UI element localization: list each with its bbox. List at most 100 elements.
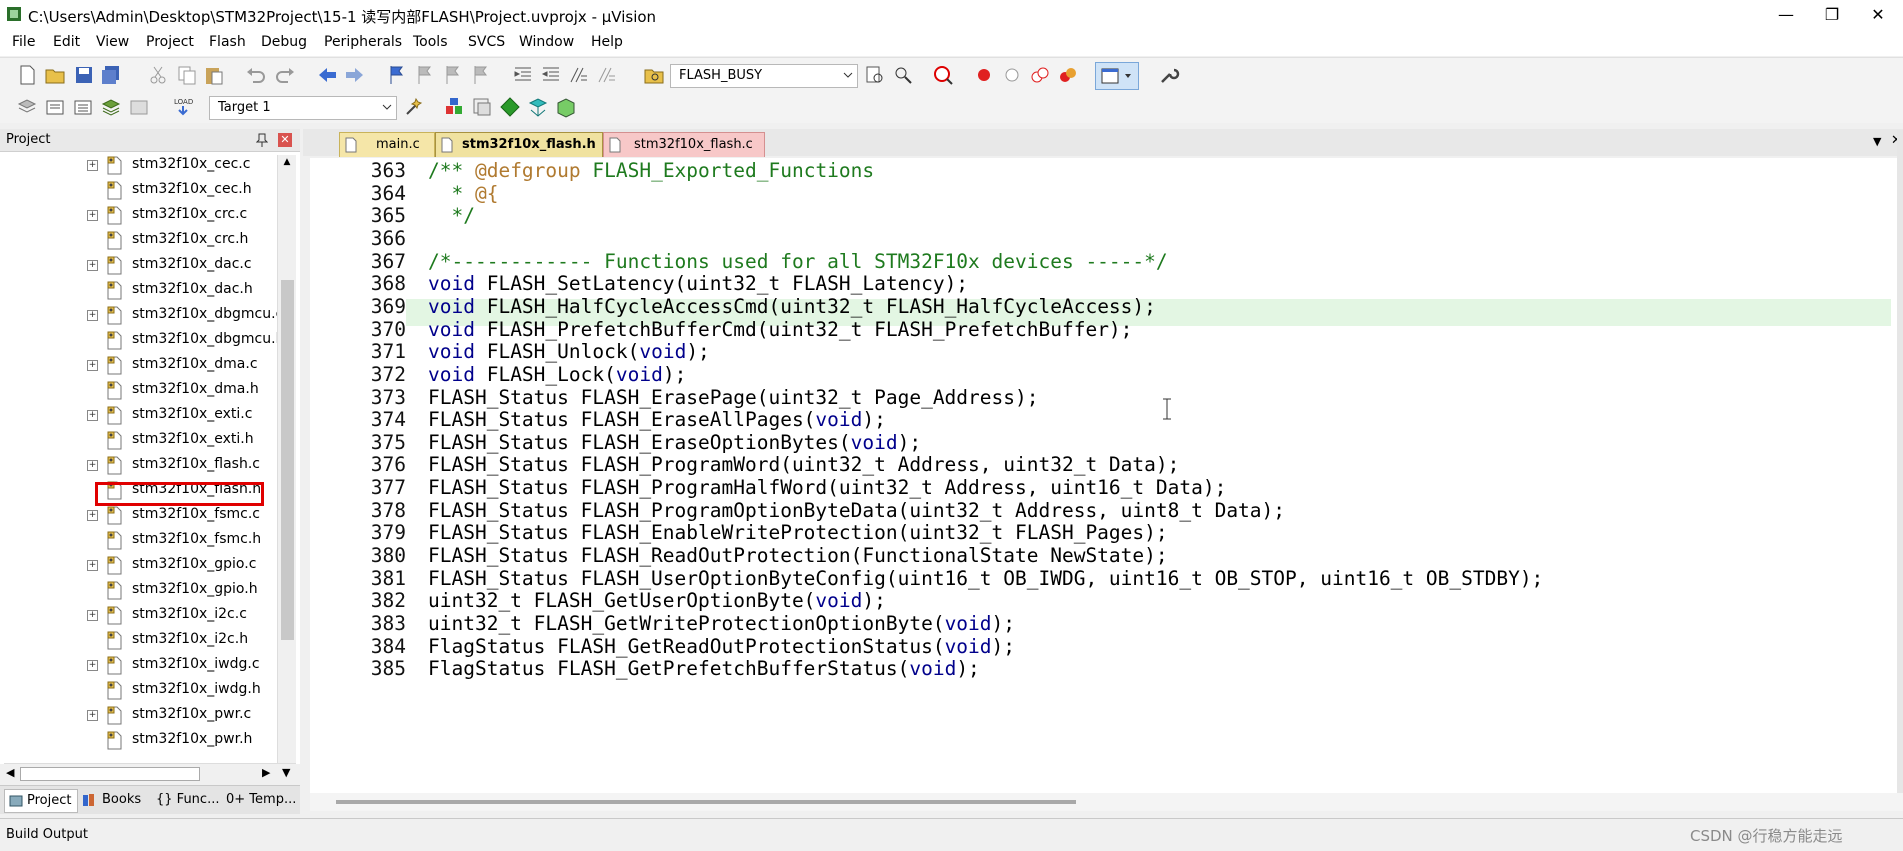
select-packs-icon[interactable] — [499, 96, 521, 118]
tree-item[interactable]: + stm32f10x_gpio.c — [0, 552, 270, 577]
close-button[interactable]: ✕ — [1855, 0, 1901, 30]
menu-flash[interactable]: Flash — [209, 34, 246, 50]
code-line[interactable]: /** @defgroup FLASH_Exported_Functions — [428, 159, 874, 182]
tree-item[interactable]: stm32f10x_cec.h — [0, 177, 270, 202]
tree-item[interactable]: stm32f10x_dma.h — [0, 377, 270, 402]
menu-help[interactable]: Help — [591, 34, 623, 50]
scroll-left-arrow-icon[interactable]: ◀ — [6, 766, 14, 779]
expand-icon[interactable]: + — [87, 460, 98, 471]
code-line[interactable]: * @{ — [428, 182, 498, 205]
manage-run-time-environment-icon[interactable] — [527, 96, 549, 118]
code-line[interactable]: void FLASH_SetLatency(uint32_t FLASH_Lat… — [428, 272, 968, 295]
code-line[interactable]: FLASH_Status FLASH_UserOptionByteConfig(… — [428, 567, 1543, 590]
bookmark-icon[interactable] — [386, 64, 408, 86]
code-line[interactable]: uint32_t FLASH_GetWriteProtectionOptionB… — [428, 612, 1015, 635]
tree-item[interactable]: stm32f10x_iwdg.h — [0, 677, 270, 702]
code-line[interactable]: FlagStatus FLASH_GetReadOutProtectionSta… — [428, 635, 1015, 658]
tree-item[interactable]: stm32f10x_dac.h — [0, 277, 270, 302]
expand-icon[interactable]: + — [87, 360, 98, 371]
tree-item[interactable]: stm32f10x_pwr.h — [0, 727, 270, 752]
code-line[interactable]: FLASH_Status FLASH_EnableWriteProtection… — [428, 521, 1168, 544]
navigate-forward-icon[interactable] — [344, 64, 366, 86]
tree-item[interactable]: + stm32f10x_pwr.c — [0, 702, 270, 727]
tree-item[interactable]: + stm32f10x_exti.c — [0, 402, 270, 427]
code-line[interactable]: void FLASH_Unlock(void); — [428, 340, 710, 363]
expand-icon[interactable]: + — [87, 310, 98, 321]
menu-edit[interactable]: Edit — [53, 34, 80, 50]
scroll-up-arrow-icon[interactable]: ▲ — [281, 157, 293, 169]
scroll-down-arrow-icon[interactable]: ▼ — [282, 766, 290, 779]
comment-icon[interactable] — [568, 64, 590, 86]
target-combo[interactable]: Target 1 — [209, 96, 397, 120]
expand-icon[interactable]: + — [87, 560, 98, 571]
tree-item[interactable]: stm32f10x_crc.h — [0, 227, 270, 252]
code-line[interactable]: void FLASH_PrefetchBufferCmd(uint32_t FL… — [428, 318, 1132, 341]
expand-icon[interactable]: + — [87, 510, 98, 521]
tree-item[interactable]: + stm32f10x_dbgmcu.c — [0, 302, 283, 327]
code-line[interactable]: FLASH_Status FLASH_EraseOptionBytes(void… — [428, 431, 921, 454]
stop-build-icon[interactable] — [128, 96, 150, 118]
menu-debug[interactable]: Debug — [261, 34, 307, 50]
batch-build-icon[interactable] — [100, 96, 122, 118]
find-in-files-icon[interactable] — [643, 64, 665, 86]
tree-item[interactable]: stm32f10x_fsmc.h — [0, 527, 270, 552]
expand-icon[interactable]: + — [87, 210, 98, 221]
code-line[interactable]: /*------------ Functions used for all ST… — [428, 250, 1168, 273]
tree-item[interactable]: stm32f10x_i2c.h — [0, 627, 270, 652]
editor-horizontal-scrollbar[interactable] — [310, 793, 1903, 811]
download-load-icon[interactable]: LOAD — [172, 96, 194, 118]
tab-stm32f10x-flash-c[interactable]: stm32f10x_flash.c — [603, 132, 765, 157]
enable-breakpoint-icon[interactable] — [1001, 64, 1023, 86]
code-line[interactable]: FLASH_Status FLASH_ProgramHalfWord(uint3… — [428, 476, 1226, 499]
code-line[interactable]: void FLASH_Lock(void); — [428, 363, 686, 386]
paste-icon[interactable] — [203, 64, 225, 86]
expand-icon[interactable]: + — [87, 260, 98, 271]
tab-functions[interactable]: {} Func... — [154, 789, 220, 811]
configure-icon[interactable] — [1158, 64, 1180, 86]
close-icon[interactable]: ✕ — [278, 133, 292, 147]
rebuild-icon[interactable] — [72, 96, 94, 118]
cut-icon[interactable] — [147, 64, 169, 86]
minimize-button[interactable]: — — [1763, 0, 1809, 30]
tree-item[interactable]: stm32f10x_dbgmcu.h — [0, 327, 284, 352]
code-line[interactable]: */ — [428, 204, 475, 227]
tree-item[interactable]: stm32f10x_gpio.h — [0, 577, 270, 602]
tree-item[interactable]: + stm32f10x_dma.c — [0, 352, 270, 377]
disable-all-breakpoints-icon[interactable] — [1029, 64, 1051, 86]
code-line[interactable]: FLASH_Status FLASH_ReadOutProtection(Fun… — [428, 544, 1168, 567]
clear-bookmarks-icon[interactable] — [470, 64, 492, 86]
code-line[interactable]: FlagStatus FLASH_GetPrefetchBufferStatus… — [428, 657, 980, 680]
menu-file[interactable]: File — [12, 34, 35, 50]
indent-icon[interactable] — [512, 64, 534, 86]
find-icon[interactable] — [864, 64, 886, 86]
tab-project[interactable]: Project — [4, 789, 78, 813]
tree-item[interactable]: + stm32f10x_i2c.c — [0, 602, 270, 627]
window-layout-button[interactable] — [1095, 62, 1139, 90]
insert-breakpoint-icon[interactable] — [973, 64, 995, 86]
save-all-icon[interactable] — [100, 64, 122, 86]
tree-item[interactable]: + stm32f10x_iwdg.c — [0, 652, 270, 677]
scroll-right-arrow-icon[interactable]: ▶ — [262, 766, 270, 779]
scroll-thumb[interactable] — [281, 280, 294, 640]
navigate-back-icon[interactable] — [316, 64, 338, 86]
code-line[interactable]: void FLASH_HalfCycleAccessCmd(uint32_t F… — [428, 295, 1156, 318]
code-line[interactable]: FLASH_Status FLASH_ProgramOptionByteData… — [428, 499, 1285, 522]
pin-icon[interactable] — [256, 133, 268, 147]
expand-icon[interactable]: + — [87, 160, 98, 171]
save-icon[interactable] — [73, 64, 95, 86]
debug-session-icon[interactable] — [932, 64, 954, 86]
kill-all-breakpoints-icon[interactable] — [1057, 64, 1079, 86]
project-horizontal-scrollbar[interactable]: ◀ ▶ ▼ — [4, 763, 296, 782]
maximize-button[interactable]: ❐ — [1809, 0, 1855, 30]
next-bookmark-icon[interactable] — [442, 64, 464, 86]
menu-peripherals[interactable]: Peripherals — [324, 34, 402, 50]
undo-icon[interactable] — [245, 64, 267, 86]
code-line[interactable]: FLASH_Status FLASH_ProgramWord(uint32_t … — [428, 453, 1179, 476]
editor-vertical-scrollbar[interactable] — [1897, 130, 1903, 793]
scroll-thumb[interactable] — [20, 767, 200, 781]
find-combo[interactable]: FLASH_BUSY — [670, 64, 858, 88]
tab-main-c[interactable]: main.c — [339, 132, 435, 157]
expand-icon[interactable]: + — [87, 610, 98, 621]
translate-icon[interactable] — [16, 96, 38, 118]
open-folder-icon[interactable] — [44, 64, 66, 86]
